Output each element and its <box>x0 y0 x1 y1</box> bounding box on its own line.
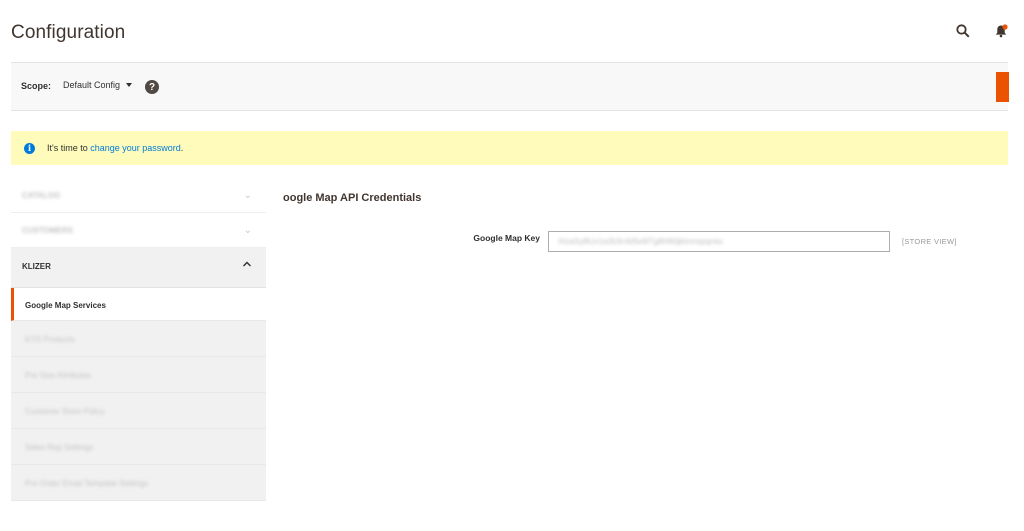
chevron-up-icon <box>242 260 252 271</box>
field-scope-label: [STORE VIEW] <box>902 237 957 246</box>
notice-text: It's time to change your password. <box>47 143 183 153</box>
sidebar-item-label: Sales Rep Settings <box>25 443 94 452</box>
sidebar-item[interactable]: KYS Products <box>11 321 266 357</box>
sidebar-section-label: CUSTOMERS <box>22 226 73 235</box>
section-title[interactable]: oogle Map API Credentials <box>283 192 421 204</box>
notice-prefix: It's time to <box>47 143 91 153</box>
sidebar-item-label: Pre Size Attributes <box>25 371 91 380</box>
sidebar-item[interactable]: Pre Size Attributes <box>11 357 266 393</box>
change-password-link[interactable]: change your password <box>90 143 181 153</box>
notice-suffix: . <box>180 143 184 153</box>
sidebar-section-klizer[interactable]: KLIZER <box>11 248 266 288</box>
sidebar-section-label: KLIZER <box>22 262 51 271</box>
sidebar-section-catalog[interactable]: CATALOG ⌄ <box>11 178 266 213</box>
scope-bar: Scope: Default Config ? <box>11 62 1009 111</box>
scope-switcher[interactable]: Default Config <box>63 80 133 90</box>
sidebar-item[interactable]: Customer Store Policy <box>11 393 266 429</box>
google-map-key-value: AIzaSyBUx1a2b3c4d5e6f7g8h9i0jklmnopqrstu <box>558 237 723 246</box>
google-map-key-input[interactable]: AIzaSyBUx1a2b3c4d5e6f7g8h9i0jklmnopqrstu <box>548 231 890 252</box>
info-icon: i <box>24 142 35 154</box>
sidebar-section-customers[interactable]: CUSTOMERS ⌄ <box>11 213 266 248</box>
chevron-down-icon: ⌄ <box>243 190 252 201</box>
scope-label: Scope: <box>21 81 52 91</box>
sidebar-item[interactable]: Pre Order Email Template Settings <box>11 465 266 501</box>
google-map-key-label: Google Map Key <box>473 233 540 243</box>
search-icon[interactable] <box>954 22 972 40</box>
page-title: Configuration <box>11 22 126 43</box>
help-icon[interactable]: ? <box>145 80 159 94</box>
sidebar-item-label: Pre Order Email Template Settings <box>25 479 149 488</box>
sidebar-item-label: KYS Products <box>25 335 75 344</box>
config-sidebar: CATALOG ⌄ CUSTOMERS ⌄ KLIZER Google Map … <box>11 178 266 501</box>
chevron-down-icon: ⌄ <box>243 225 252 236</box>
sidebar-item-label: Google Map Services <box>25 301 106 310</box>
chevron-down-icon <box>126 83 133 87</box>
scope-selected-value: Default Config <box>63 80 121 90</box>
sidebar-item-google-map-services[interactable]: Google Map Services <box>11 288 266 321</box>
password-notice: i It's time to change your password. <box>11 131 1008 165</box>
header-actions <box>954 22 1010 40</box>
save-config-button[interactable] <box>996 72 1009 102</box>
sidebar-items: Google Map Services KYS Products Pre Siz… <box>11 288 266 501</box>
notification-bell-icon[interactable] <box>992 22 1010 40</box>
sidebar-item-label: Customer Store Policy <box>25 407 105 416</box>
sidebar-section-label: CATALOG <box>22 191 61 200</box>
sidebar-item[interactable]: Sales Rep Settings <box>11 429 266 465</box>
